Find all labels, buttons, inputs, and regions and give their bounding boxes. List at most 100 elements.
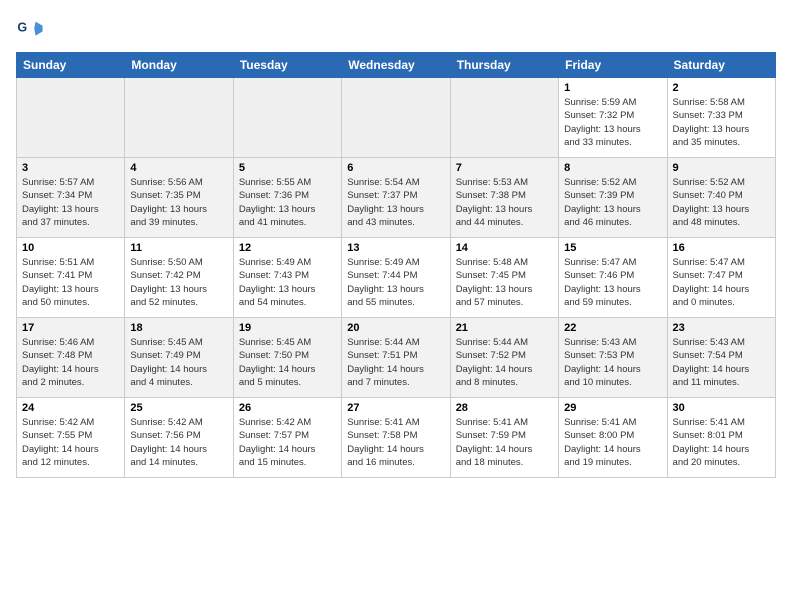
- day-cell: 3 Sunrise: 5:57 AM Sunset: 7:34 PM Daylig…: [17, 158, 125, 238]
- day-number: 3: [22, 162, 119, 174]
- column-header-thursday: Thursday: [450, 53, 558, 78]
- day-info: Sunrise: 5:51 AM Sunset: 7:41 PM Dayligh…: [22, 256, 119, 309]
- day-number: 11: [130, 242, 227, 254]
- day-info: Sunrise: 5:59 AM Sunset: 7:32 PM Dayligh…: [564, 96, 661, 149]
- day-cell: 15 Sunrise: 5:47 AM Sunset: 7:46 PM Dayli…: [559, 238, 667, 318]
- day-info: Sunrise: 5:41 AM Sunset: 7:58 PM Dayligh…: [347, 416, 444, 469]
- svg-text:G: G: [17, 20, 27, 34]
- day-number: 5: [239, 162, 336, 174]
- week-row-3: 10 Sunrise: 5:51 AM Sunset: 7:41 PM Dayli…: [17, 238, 776, 318]
- day-cell: 28 Sunrise: 5:41 AM Sunset: 7:59 PM Dayli…: [450, 398, 558, 478]
- day-info: Sunrise: 5:48 AM Sunset: 7:45 PM Dayligh…: [456, 256, 553, 309]
- day-number: 4: [130, 162, 227, 174]
- day-cell: 26 Sunrise: 5:42 AM Sunset: 7:57 PM Dayli…: [233, 398, 341, 478]
- day-info: Sunrise: 5:52 AM Sunset: 7:40 PM Dayligh…: [673, 176, 770, 229]
- day-cell: 23 Sunrise: 5:43 AM Sunset: 7:54 PM Dayli…: [667, 318, 775, 398]
- column-header-saturday: Saturday: [667, 53, 775, 78]
- day-info: Sunrise: 5:57 AM Sunset: 7:34 PM Dayligh…: [22, 176, 119, 229]
- week-row-4: 17 Sunrise: 5:46 AM Sunset: 7:48 PM Dayli…: [17, 318, 776, 398]
- day-number: 18: [130, 322, 227, 334]
- day-cell: [233, 78, 341, 158]
- day-info: Sunrise: 5:44 AM Sunset: 7:51 PM Dayligh…: [347, 336, 444, 389]
- day-cell: 9Sunrise: 5:52 AM Sunset: 7:40 PM Daylig…: [667, 158, 775, 238]
- day-info: Sunrise: 5:49 AM Sunset: 7:43 PM Dayligh…: [239, 256, 336, 309]
- day-cell: 20 Sunrise: 5:44 AM Sunset: 7:51 PM Dayli…: [342, 318, 450, 398]
- calendar-table: SundayMondayTuesdayWednesdayThursdayFrid…: [16, 52, 776, 478]
- day-info: Sunrise: 5:43 AM Sunset: 7:54 PM Dayligh…: [673, 336, 770, 389]
- day-info: Sunrise: 5:44 AM Sunset: 7:52 PM Dayligh…: [456, 336, 553, 389]
- day-info: Sunrise: 5:41 AM Sunset: 8:00 PM Dayligh…: [564, 416, 661, 469]
- day-info: Sunrise: 5:49 AM Sunset: 7:44 PM Dayligh…: [347, 256, 444, 309]
- week-row-1: 1Sunrise: 5:59 AM Sunset: 7:32 PM Daylig…: [17, 78, 776, 158]
- day-info: Sunrise: 5:42 AM Sunset: 7:56 PM Dayligh…: [130, 416, 227, 469]
- day-cell: 30 Sunrise: 5:41 AM Sunset: 8:01 PM Dayli…: [667, 398, 775, 478]
- day-number: 28: [456, 402, 553, 414]
- day-cell: 1Sunrise: 5:59 AM Sunset: 7:32 PM Daylig…: [559, 78, 667, 158]
- day-cell: 29 Sunrise: 5:41 AM Sunset: 8:00 PM Dayli…: [559, 398, 667, 478]
- day-number: 2: [673, 82, 770, 94]
- column-header-tuesday: Tuesday: [233, 53, 341, 78]
- day-number: 25: [130, 402, 227, 414]
- day-info: Sunrise: 5:54 AM Sunset: 7:37 PM Dayligh…: [347, 176, 444, 229]
- day-cell: 21 Sunrise: 5:44 AM Sunset: 7:52 PM Dayli…: [450, 318, 558, 398]
- day-number: 16: [673, 242, 770, 254]
- day-number: 14: [456, 242, 553, 254]
- day-number: 21: [456, 322, 553, 334]
- day-info: Sunrise: 5:42 AM Sunset: 7:57 PM Dayligh…: [239, 416, 336, 469]
- logo-icon: G: [16, 16, 44, 44]
- day-number: 27: [347, 402, 444, 414]
- day-info: Sunrise: 5:46 AM Sunset: 7:48 PM Dayligh…: [22, 336, 119, 389]
- day-cell: 6 Sunrise: 5:54 AM Sunset: 7:37 PM Daylig…: [342, 158, 450, 238]
- day-number: 12: [239, 242, 336, 254]
- day-cell: 7 Sunrise: 5:53 AM Sunset: 7:38 PM Daylig…: [450, 158, 558, 238]
- day-number: 19: [239, 322, 336, 334]
- day-cell: [125, 78, 233, 158]
- day-number: 30: [673, 402, 770, 414]
- day-number: 24: [22, 402, 119, 414]
- page-header: G: [16, 16, 776, 44]
- day-info: Sunrise: 5:56 AM Sunset: 7:35 PM Dayligh…: [130, 176, 227, 229]
- column-header-wednesday: Wednesday: [342, 53, 450, 78]
- day-number: 7: [456, 162, 553, 174]
- day-cell: 10 Sunrise: 5:51 AM Sunset: 7:41 PM Dayli…: [17, 238, 125, 318]
- day-cell: 4 Sunrise: 5:56 AM Sunset: 7:35 PM Daylig…: [125, 158, 233, 238]
- day-cell: [342, 78, 450, 158]
- day-info: Sunrise: 5:43 AM Sunset: 7:53 PM Dayligh…: [564, 336, 661, 389]
- day-info: Sunrise: 5:47 AM Sunset: 7:47 PM Dayligh…: [673, 256, 770, 309]
- day-number: 20: [347, 322, 444, 334]
- day-cell: 17 Sunrise: 5:46 AM Sunset: 7:48 PM Dayli…: [17, 318, 125, 398]
- day-cell: 25 Sunrise: 5:42 AM Sunset: 7:56 PM Dayli…: [125, 398, 233, 478]
- day-info: Sunrise: 5:52 AM Sunset: 7:39 PM Dayligh…: [564, 176, 661, 229]
- day-info: Sunrise: 5:41 AM Sunset: 7:59 PM Dayligh…: [456, 416, 553, 469]
- week-row-5: 24 Sunrise: 5:42 AM Sunset: 7:55 PM Dayli…: [17, 398, 776, 478]
- day-cell: 14 Sunrise: 5:48 AM Sunset: 7:45 PM Dayli…: [450, 238, 558, 318]
- day-number: 22: [564, 322, 661, 334]
- day-number: 17: [22, 322, 119, 334]
- day-number: 8: [564, 162, 661, 174]
- day-cell: 19 Sunrise: 5:45 AM Sunset: 7:50 PM Dayli…: [233, 318, 341, 398]
- logo: G: [16, 16, 48, 44]
- day-number: 23: [673, 322, 770, 334]
- day-info: Sunrise: 5:53 AM Sunset: 7:38 PM Dayligh…: [456, 176, 553, 229]
- day-cell: 13 Sunrise: 5:49 AM Sunset: 7:44 PM Dayli…: [342, 238, 450, 318]
- day-info: Sunrise: 5:47 AM Sunset: 7:46 PM Dayligh…: [564, 256, 661, 309]
- day-cell: [17, 78, 125, 158]
- day-cell: [450, 78, 558, 158]
- day-info: Sunrise: 5:42 AM Sunset: 7:55 PM Dayligh…: [22, 416, 119, 469]
- column-header-friday: Friday: [559, 53, 667, 78]
- day-number: 26: [239, 402, 336, 414]
- day-info: Sunrise: 5:55 AM Sunset: 7:36 PM Dayligh…: [239, 176, 336, 229]
- day-cell: 12 Sunrise: 5:49 AM Sunset: 7:43 PM Dayli…: [233, 238, 341, 318]
- day-cell: 11Sunrise: 5:50 AM Sunset: 7:42 PM Dayli…: [125, 238, 233, 318]
- day-number: 15: [564, 242, 661, 254]
- day-number: 6: [347, 162, 444, 174]
- day-number: 29: [564, 402, 661, 414]
- day-cell: 27 Sunrise: 5:41 AM Sunset: 7:58 PM Dayli…: [342, 398, 450, 478]
- day-info: Sunrise: 5:45 AM Sunset: 7:50 PM Dayligh…: [239, 336, 336, 389]
- day-info: Sunrise: 5:58 AM Sunset: 7:33 PM Dayligh…: [673, 96, 770, 149]
- day-number: 13: [347, 242, 444, 254]
- column-header-monday: Monday: [125, 53, 233, 78]
- day-number: 10: [22, 242, 119, 254]
- day-cell: 18Sunrise: 5:45 AM Sunset: 7:49 PM Dayli…: [125, 318, 233, 398]
- day-info: Sunrise: 5:41 AM Sunset: 8:01 PM Dayligh…: [673, 416, 770, 469]
